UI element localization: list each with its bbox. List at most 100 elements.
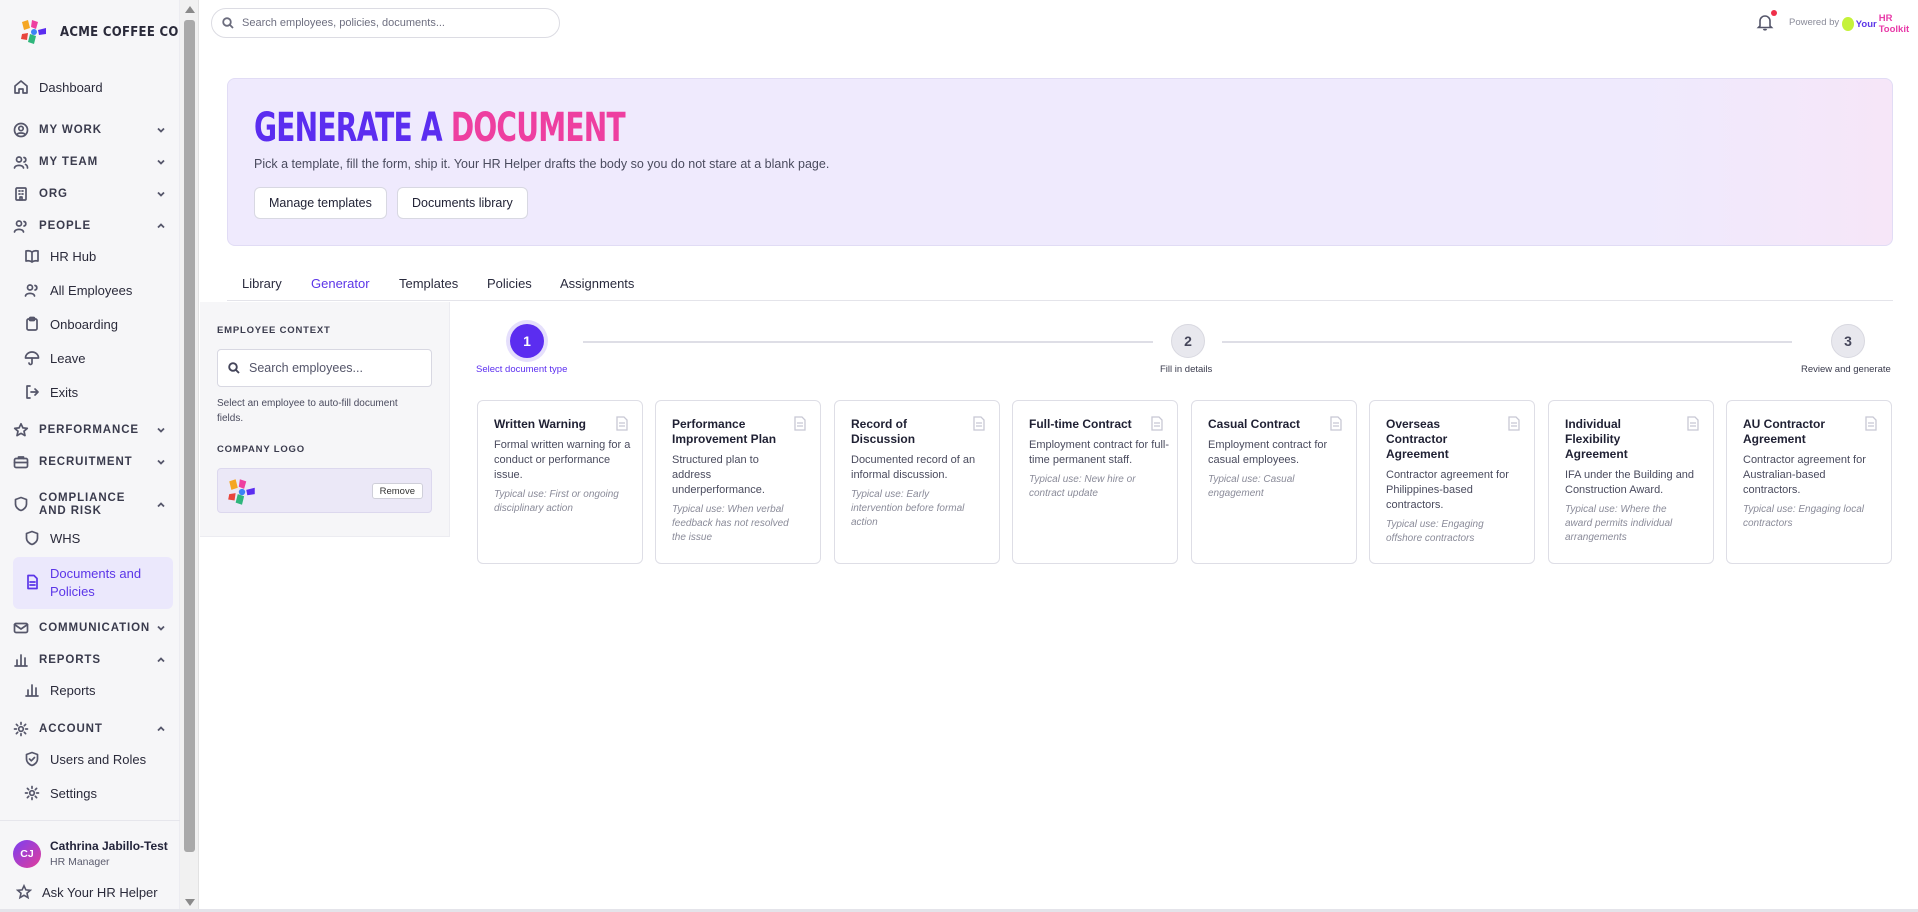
template-card-au-contractor-agreement[interactable]: AU Contractor Agreement Contractor agree… <box>1726 400 1892 564</box>
tab-generator[interactable]: Generator <box>311 276 370 291</box>
template-card-overseas-contractor-agreement[interactable]: Overseas Contractor Agreement Contractor… <box>1369 400 1535 564</box>
step-1-indicator[interactable]: 1 <box>510 324 544 358</box>
card-title: Full-time Contract <box>1029 417 1132 431</box>
sidebar-item-leave[interactable]: Leave <box>24 350 172 366</box>
star-icon <box>13 422 29 438</box>
sidebar-section-reports[interactable]: REPORTS <box>13 652 173 668</box>
template-card-full-time-contract[interactable]: Full-time Contract Employment contract f… <box>1012 400 1178 564</box>
chevron-down-icon <box>155 188 167 200</box>
sidebar-section-org[interactable]: ORG <box>13 186 173 202</box>
scroll-up-arrow-icon[interactable] <box>185 6 195 13</box>
card-typical-use: Typical use: Where the award permits ind… <box>1565 504 1673 543</box>
card-typical-use: Typical use: When verbal feedback has no… <box>672 504 789 543</box>
template-card-written-warning[interactable]: Written Warning Formal written warning f… <box>477 400 643 564</box>
sidebar-item-label: WHS <box>50 530 81 546</box>
manage-templates-button[interactable]: Manage templates <box>254 187 387 219</box>
people-icon <box>13 218 29 234</box>
book-icon <box>24 248 40 264</box>
powered-by-logo[interactable]: Your HR Toolkit <box>1842 13 1918 35</box>
tab-library[interactable]: Library <box>242 276 282 291</box>
gear-icon <box>13 721 29 737</box>
user-role: HR Manager <box>50 856 110 868</box>
chevron-up-icon <box>155 499 167 511</box>
shield-icon <box>24 530 40 546</box>
chevron-down-icon <box>155 124 167 136</box>
bar-chart-icon <box>13 652 29 668</box>
card-typical-use: Typical use: Casual engagement <box>1208 474 1295 499</box>
card-description: Contractor agreement for Australian-base… <box>1743 454 1866 496</box>
sidebar-item-all-employees[interactable]: All Employees <box>24 282 172 298</box>
card-description: Contractor agreement for Philippines-bas… <box>1386 469 1509 511</box>
scroll-down-arrow-icon[interactable] <box>185 899 195 906</box>
template-card-record-of-discussion[interactable]: Record of Discussion Documented record o… <box>834 400 1000 564</box>
sidebar-section-people[interactable]: PEOPLE <box>13 218 173 234</box>
hero-subtitle: Pick a template, fill the form, ship it.… <box>254 157 830 171</box>
sidebar-section-compliance[interactable]: COMPLIANCE AND RISK <box>13 492 173 518</box>
sidebar-item-settings[interactable]: Settings <box>24 785 172 801</box>
sidebar-section-label: PEOPLE <box>39 220 92 232</box>
sidebar: ACME COFFEE CO Dashboard MY WORK MY TEAM… <box>0 0 180 912</box>
employee-context-panel: EMPLOYEE CONTEXT Select an employee to a… <box>200 302 450 537</box>
template-card-performance-improvement-plan[interactable]: Performance Improvement Plan Structured … <box>655 400 821 564</box>
sidebar-item-label: Reports <box>50 682 96 698</box>
sidebar-item-hr-hub[interactable]: HR Hub <box>24 248 172 264</box>
sidebar-item-onboarding[interactable]: Onboarding <box>24 316 172 332</box>
company-logo-preview: Remove <box>217 468 432 513</box>
tab-assignments[interactable]: Assignments <box>560 276 634 291</box>
template-card-individual-flexibility-agreement[interactable]: Individual Flexibility Agreement IFA und… <box>1548 400 1714 564</box>
tab-templates[interactable]: Templates <box>399 276 458 291</box>
step-3-label: Review and generate <box>1801 364 1891 375</box>
document-icon <box>1151 416 1163 431</box>
sidebar-section-account[interactable]: ACCOUNT <box>13 721 173 737</box>
user-circle-icon <box>13 122 29 138</box>
global-search[interactable] <box>211 8 560 38</box>
documents-library-button[interactable]: Documents library <box>397 187 528 219</box>
document-icon <box>794 416 806 431</box>
clipboard-icon <box>24 316 40 332</box>
tab-policies[interactable]: Policies <box>487 276 532 291</box>
sidebar-item-label: Dashboard <box>39 79 103 95</box>
global-search-input[interactable] <box>242 17 542 29</box>
sidebar-item-dashboard[interactable]: Dashboard <box>13 79 173 95</box>
employee-search-input[interactable] <box>249 361 419 375</box>
brand[interactable]: ACME COFFEE CO <box>18 16 179 48</box>
notification-badge <box>1771 10 1777 16</box>
ask-hr-helper-button[interactable]: Ask Your HR Helper <box>16 884 158 900</box>
chevron-down-icon <box>155 424 167 436</box>
employee-search[interactable] <box>217 349 432 387</box>
sidebar-section-communication[interactable]: COMMUNICATION <box>13 620 173 636</box>
powered-brand-part-1: Your <box>1855 18 1877 30</box>
sidebar-section-my-work[interactable]: MY WORK <box>13 122 173 138</box>
brand-name: ACME COFFEE CO <box>60 24 179 40</box>
step-3-indicator[interactable]: 3 <box>1831 324 1865 358</box>
chevron-up-icon <box>155 220 167 232</box>
sidebar-item-users-roles[interactable]: Users and Roles <box>24 751 172 767</box>
ask-label: Ask Your HR Helper <box>42 884 158 900</box>
card-title: Performance Improvement Plan <box>672 417 777 446</box>
company-logo-label: COMPANY LOGO <box>217 444 305 455</box>
sidebar-item-documents-policies[interactable]: Documents and Policies <box>13 557 173 609</box>
remove-logo-button[interactable]: Remove <box>371 483 423 499</box>
sidebar-section-my-team[interactable]: MY TEAM <box>13 154 173 170</box>
notifications-bell-icon[interactable] <box>1756 13 1774 31</box>
sidebar-section-label: ACCOUNT <box>39 723 103 735</box>
sidebar-item-whs[interactable]: WHS <box>24 530 172 546</box>
sidebar-item-exits[interactable]: Exits <box>24 384 172 400</box>
shield-check-icon <box>24 751 40 767</box>
sidebar-section-label: REPORTS <box>39 654 101 666</box>
sidebar-item-reports[interactable]: Reports <box>24 682 172 698</box>
tab-bar: Library Generator Templates Policies Ass… <box>227 270 1893 301</box>
umbrella-icon <box>24 350 40 366</box>
user-profile[interactable]: CJ Cathrina Jabillo-Test HR Manager <box>13 839 168 868</box>
card-typical-use: Typical use: New hire or contract update <box>1029 474 1136 499</box>
template-card-casual-contract[interactable]: Casual Contract Employment contract for … <box>1191 400 1357 564</box>
sidebar-scrollbar[interactable] <box>180 0 199 912</box>
sidebar-section-label: MY WORK <box>39 124 102 136</box>
sidebar-section-performance[interactable]: PERFORMANCE <box>13 422 173 438</box>
sidebar-section-recruitment[interactable]: RECRUITMENT <box>13 454 173 470</box>
sidebar-section-label: RECRUITMENT <box>39 456 133 468</box>
card-title: Individual Flexibility Agreement <box>1565 417 1628 461</box>
scroll-thumb[interactable] <box>184 20 195 852</box>
building-icon <box>13 186 29 202</box>
step-2-indicator[interactable]: 2 <box>1171 324 1205 358</box>
